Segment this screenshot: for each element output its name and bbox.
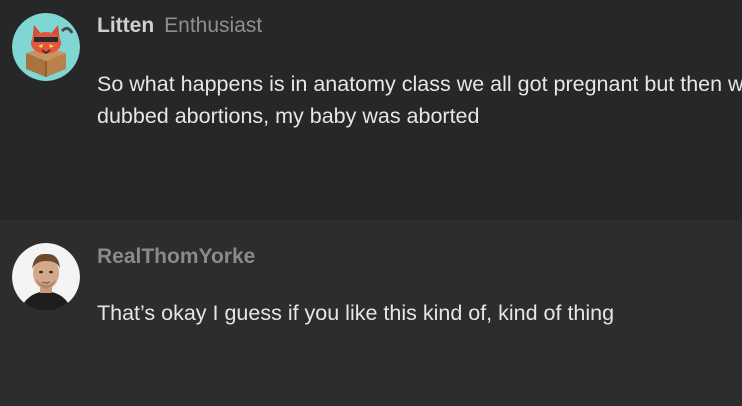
comment-thread: Litten Enthusiast So what happens is in a…: [0, 0, 742, 406]
post-body: So what happens is in anatomy class we a…: [97, 72, 742, 128]
username[interactable]: Litten: [97, 14, 154, 37]
avatar[interactable]: [12, 243, 80, 311]
post-header: Litten Enthusiast: [97, 14, 262, 38]
post-body: That’s okay I guess if you like this kin…: [97, 301, 615, 325]
user-role: Enthusiast: [164, 14, 263, 37]
post-header: RealThomYorke: [97, 245, 265, 269]
username[interactable]: RealThomYorke: [97, 245, 255, 268]
man-portrait-avatar-icon: [12, 243, 80, 311]
avatar[interactable]: [12, 13, 80, 81]
comment-post: Litten Enthusiast So what happens is in a…: [0, 0, 742, 220]
litten-cat-avatar-icon: [12, 13, 80, 81]
comment-post: RealThomYorke That’s okay I guess if you…: [0, 220, 742, 406]
